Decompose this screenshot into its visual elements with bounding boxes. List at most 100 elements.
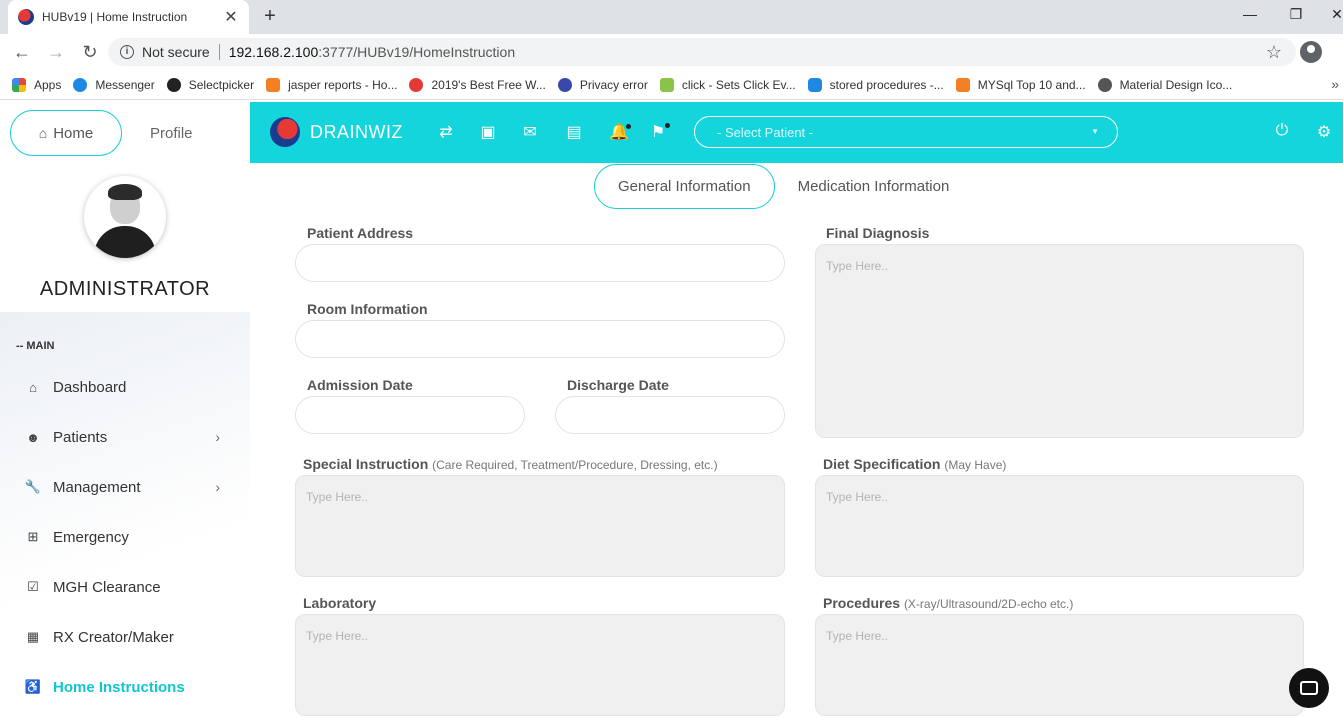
bookmark-item[interactable]: stored procedures -... bbox=[807, 77, 944, 92]
patient-address-label: Patient Address bbox=[307, 225, 414, 241]
sidebar-item-rx-creator[interactable]: ▦ RX Creator/Maker bbox=[0, 612, 250, 662]
globe-icon bbox=[557, 77, 572, 92]
bookmark-item[interactable]: jasper reports - Ho... bbox=[266, 77, 397, 92]
bookmark-item[interactable]: 2019's Best Free W... bbox=[409, 77, 546, 92]
sidebar-item-label: Patients bbox=[53, 428, 108, 446]
laboratory-label: Laboratory bbox=[303, 595, 377, 611]
gear-icon[interactable]: ⚙ bbox=[1315, 122, 1333, 142]
reload-button[interactable]: ↻ bbox=[76, 38, 104, 66]
room-information-label: Room Information bbox=[307, 301, 428, 317]
special-instruction-textarea[interactable]: Type Here.. bbox=[295, 475, 785, 577]
sidebar-item-label: Dashboard bbox=[53, 378, 127, 396]
forward-button[interactable]: → bbox=[42, 38, 70, 66]
diet-specification-textarea[interactable]: Type Here.. bbox=[815, 475, 1304, 577]
restore-button[interactable]: ❐ bbox=[1286, 6, 1306, 23]
database-icon bbox=[807, 77, 822, 92]
bookmarks-overflow-button[interactable]: » bbox=[1331, 76, 1339, 92]
special-instruction-label: Special Instruction (Care Required, Trea… bbox=[303, 456, 718, 472]
tab-title: HUBv19 | Home Instruction bbox=[42, 10, 188, 24]
laboratory-textarea[interactable]: Type Here.. bbox=[295, 614, 785, 716]
patient-address-input[interactable] bbox=[295, 244, 785, 282]
bookmark-item[interactable]: click - Sets Click Ev... bbox=[659, 77, 796, 92]
pinwheel-icon bbox=[659, 77, 674, 92]
new-tab-button[interactable]: + bbox=[260, 6, 280, 26]
bookmark-item[interactable]: Selectpicker bbox=[166, 77, 254, 92]
bell-icon[interactable]: 🔔 bbox=[609, 122, 629, 142]
sidebar-item-label: MGH Clearance bbox=[53, 578, 161, 596]
swap-icon[interactable]: ⇄ bbox=[437, 122, 455, 142]
chevron-down-icon: ▼ bbox=[1091, 127, 1099, 136]
admission-date-input[interactable] bbox=[295, 396, 525, 434]
url-text[interactable]: 192.168.2.100:3777/HUBv19/HomeInstructio… bbox=[229, 44, 515, 60]
sidebar-item-dashboard[interactable]: ⌂ Dashboard bbox=[0, 362, 250, 412]
final-diagnosis-label: Final Diagnosis bbox=[826, 225, 930, 241]
bookmark-item[interactable]: Privacy error bbox=[557, 77, 648, 92]
bookmark-item[interactable]: Material Design Ico... bbox=[1097, 77, 1232, 92]
tab-close-icon[interactable]: ✕ bbox=[223, 7, 239, 27]
back-button[interactable]: ← bbox=[8, 38, 36, 66]
messenger-icon bbox=[73, 77, 88, 92]
wheelchair-icon: ♿ bbox=[24, 679, 42, 694]
bookmark-item[interactable]: Apps bbox=[12, 77, 61, 92]
dashboard-grid-icon: ▦ bbox=[26, 629, 40, 644]
bookmarks-bar: Apps Messenger Selectpicker jasper repor… bbox=[0, 70, 1343, 100]
home-icon: ⌂ bbox=[38, 125, 48, 141]
sidebar-item-patients[interactable]: ☻ Patients › bbox=[0, 412, 250, 462]
form-tabs: General Information Medication Informati… bbox=[594, 164, 972, 209]
minimize-button[interactable]: — bbox=[1240, 6, 1260, 22]
tab-profile[interactable]: Profile bbox=[150, 125, 193, 142]
info-icon[interactable]: i bbox=[120, 45, 134, 59]
address-divider bbox=[218, 44, 220, 60]
user-name: ADMINISTRATOR bbox=[39, 278, 211, 300]
menu-section-label: -- MAIN bbox=[16, 340, 55, 352]
sidebar-item-label: Emergency bbox=[53, 528, 129, 546]
sidebar-item-emergency[interactable]: ⊞ Emergency bbox=[0, 512, 250, 562]
browser-tab[interactable]: HUBv19 | Home Instruction ✕ bbox=[8, 0, 249, 34]
room-information-input[interactable] bbox=[295, 320, 785, 358]
check-box-icon: ☑ bbox=[27, 579, 39, 594]
sidebar: ⌂ Home Profile ADMINISTRATOR -- MAIN ⌂ D… bbox=[0, 102, 250, 726]
sidebar-tabs: ⌂ Home Profile bbox=[10, 110, 193, 156]
close-window-button[interactable]: ✕ bbox=[1327, 6, 1343, 23]
bookmark-star-icon[interactable]: ☆ bbox=[1266, 42, 1282, 63]
account-icon[interactable] bbox=[1300, 41, 1322, 63]
notification-dot bbox=[626, 124, 631, 129]
discharge-date-input[interactable] bbox=[555, 396, 785, 434]
main-content: General Information Medication Informati… bbox=[276, 163, 1334, 726]
chat-icon[interactable] bbox=[1289, 668, 1329, 708]
avatar bbox=[84, 176, 166, 258]
calendar-icon[interactable]: ▣ bbox=[479, 122, 497, 142]
final-diagnosis-textarea[interactable]: Type Here.. bbox=[815, 244, 1304, 438]
bookmark-item[interactable]: Messenger bbox=[73, 77, 155, 92]
contact-card-icon[interactable]: ▤ bbox=[565, 122, 583, 142]
stackoverflow-icon bbox=[266, 77, 281, 92]
sidebar-item-home-instructions[interactable]: ♿ Home Instructions bbox=[0, 662, 250, 712]
chevron-right-icon: › bbox=[215, 479, 220, 495]
admission-date-label: Admission Date bbox=[307, 377, 413, 393]
tab-home-label: Home bbox=[53, 124, 94, 142]
address-bar[interactable]: i Not secure 192.168.2.100:3777/HUBv19/H… bbox=[108, 38, 1296, 66]
sidebar-item-management[interactable]: 🔧 Management › bbox=[0, 462, 250, 512]
site-favicon-icon bbox=[18, 9, 34, 25]
brand-name[interactable]: DRAINWIZ bbox=[310, 122, 403, 143]
procedures-label: Procedures (X-ray/Ultrasound/2D-echo etc… bbox=[823, 595, 1074, 611]
swirl-icon bbox=[409, 77, 424, 92]
drainwiz-logo[interactable] bbox=[270, 117, 300, 147]
tab-general-information[interactable]: General Information bbox=[594, 164, 775, 209]
diet-specification-label: Diet Specification (May Have) bbox=[823, 456, 1007, 472]
browser-tabstrip: HUBv19 | Home Instruction ✕ + — ❐ ✕ bbox=[0, 0, 1343, 34]
procedures-textarea[interactable]: Type Here.. bbox=[815, 614, 1304, 716]
mail-icon[interactable]: ✉ bbox=[521, 122, 539, 142]
sidebar-item-label: RX Creator/Maker bbox=[53, 628, 174, 646]
tab-home[interactable]: ⌂ Home bbox=[10, 110, 122, 156]
sidebar-item-mgh-clearance[interactable]: ☑ MGH Clearance bbox=[0, 562, 250, 612]
power-icon[interactable]: ⏻ bbox=[1273, 122, 1291, 140]
bookmark-item[interactable]: MYSql Top 10 and... bbox=[955, 77, 1086, 92]
patient-select[interactable]: - Select Patient - ▼ bbox=[694, 116, 1118, 148]
flag-notification-dot bbox=[665, 123, 670, 128]
browser-toolbar: ← → ↻ i Not secure 192.168.2.100:3777/HU… bbox=[0, 34, 1343, 70]
home-icon: ⌂ bbox=[29, 379, 37, 395]
apps-grid-icon bbox=[12, 77, 26, 92]
tab-medication-information[interactable]: Medication Information bbox=[775, 164, 973, 209]
plus-box-icon: ⊞ bbox=[27, 529, 39, 544]
